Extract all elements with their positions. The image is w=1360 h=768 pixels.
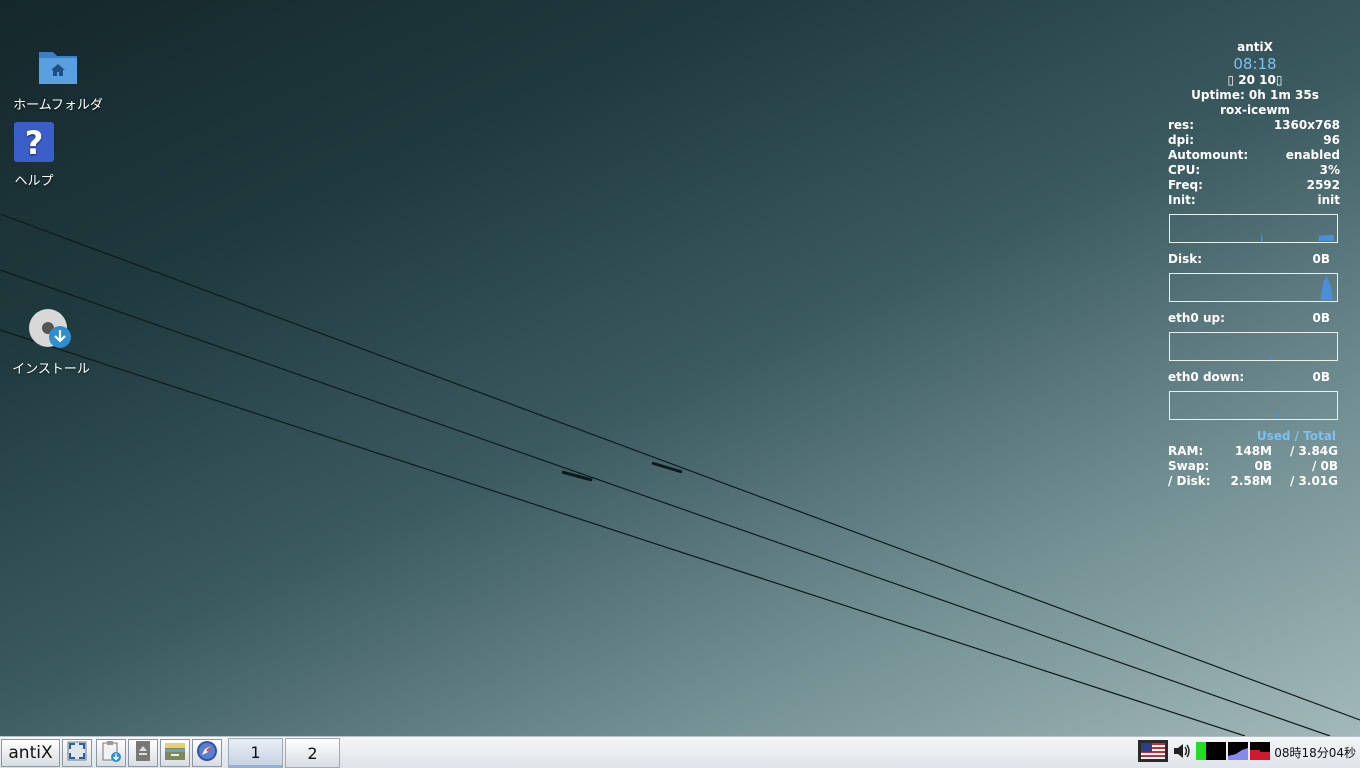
install-disc-icon xyxy=(28,308,74,354)
browser-compass-icon xyxy=(196,740,218,766)
keyboard-layout-button[interactable] xyxy=(1138,739,1169,766)
memory-label: / Disk: xyxy=(1168,474,1211,488)
stat-row-res: res: 1360x768 xyxy=(1168,118,1342,133)
network-meter-icon xyxy=(1228,740,1249,766)
stat-row-freq: Freq: 2592 xyxy=(1168,178,1342,193)
memory-header: Used / Total xyxy=(1256,429,1336,443)
eth-down-value: 0B xyxy=(1312,370,1331,384)
desktop-icon-help[interactable]: ? ヘルプ xyxy=(8,122,60,189)
file-manager-icon xyxy=(164,740,186,766)
quicklaunch-browser[interactable] xyxy=(192,739,222,767)
system-monitor: antiX 08:18 ▯ 20 10▯ Uptime: 0h 1m 35s r… xyxy=(1168,40,1342,489)
disk-label: Disk: xyxy=(1168,252,1202,266)
stat-row-init: Init: init xyxy=(1168,193,1342,208)
stat-value: init xyxy=(1317,193,1340,207)
stat-value: 1360x768 xyxy=(1273,118,1340,132)
eth-up-graph xyxy=(1169,332,1338,361)
stat-value: 2592 xyxy=(1306,178,1340,192)
stat-row-dpi: dpi: 96 xyxy=(1168,133,1342,148)
stat-row-cpu: CPU: 3% xyxy=(1168,163,1342,178)
monitor-clock: 08:18 xyxy=(1233,55,1277,73)
quicklaunch-fullscreen[interactable] xyxy=(62,739,92,767)
memory-used: 0B xyxy=(1254,459,1273,473)
memory-label: Swap: xyxy=(1168,459,1210,473)
monitor-date-value: 20 10 xyxy=(1238,73,1276,87)
workspace-2[interactable]: 2 xyxy=(285,738,340,768)
network-monitor-button[interactable] xyxy=(1228,740,1249,766)
distro-name: antiX xyxy=(1237,40,1273,54)
stat-label: res: xyxy=(1168,118,1194,132)
stat-label: Automount: xyxy=(1168,148,1249,162)
eth-down-row: eth0 down: 0B xyxy=(1168,370,1342,385)
memory-total: / 3.84G xyxy=(1289,444,1338,458)
stat-label: Freq: xyxy=(1168,178,1203,192)
stat-label: Init: xyxy=(1168,193,1196,207)
memory-used: 148M xyxy=(1235,444,1272,458)
monitor-date: ▯ 20 10▯ xyxy=(1227,73,1283,87)
stat-label: CPU: xyxy=(1168,163,1201,177)
quicklaunch-file-manager[interactable] xyxy=(160,739,190,767)
monitor-session: rox-icewm xyxy=(1220,103,1290,117)
install-clipboard-icon xyxy=(100,740,122,766)
eject-icon xyxy=(132,740,154,766)
memory-row-ram: RAM: 148M / 3.84G xyxy=(1168,444,1342,459)
desktop-icon-install[interactable]: インストール xyxy=(4,308,98,377)
stat-row-automount: Automount: enabled xyxy=(1168,148,1342,163)
disk-value: 0B xyxy=(1312,252,1331,266)
quicklaunch-installer[interactable] xyxy=(96,739,126,767)
home-folder-icon xyxy=(37,48,79,90)
eth-down-graph xyxy=(1169,391,1338,420)
memory-total: / 3.01G xyxy=(1289,474,1338,488)
volume-button[interactable] xyxy=(1172,741,1192,765)
cpu-meter-icon xyxy=(1196,740,1227,766)
memory-row-swap: Swap: 0B / 0B xyxy=(1168,459,1342,474)
help-icon: ? xyxy=(14,122,54,166)
fullscreen-icon xyxy=(66,740,88,766)
stat-value: 96 xyxy=(1323,133,1340,147)
stat-label: dpi: xyxy=(1168,133,1195,147)
stat-value: enabled xyxy=(1285,148,1340,162)
cpu-graph xyxy=(1169,214,1338,243)
start-menu-button[interactable]: antiX xyxy=(1,739,60,767)
memory-row-disk: / Disk: 2.58M / 3.01G xyxy=(1168,474,1342,489)
desktop-icon-label: ホームフォルダ xyxy=(13,98,103,113)
memory-total: / 0B xyxy=(1311,459,1338,473)
eth-up-value: 0B xyxy=(1312,311,1331,325)
volume-icon xyxy=(1172,741,1192,765)
memory-used: 2.58M xyxy=(1230,474,1272,488)
memory-monitor-button[interactable] xyxy=(1250,740,1271,766)
us-flag-icon xyxy=(1138,739,1169,766)
workspace-1[interactable]: 1 xyxy=(228,738,283,768)
disk-row: Disk: 0B xyxy=(1168,252,1342,267)
memory-label: RAM: xyxy=(1168,444,1204,458)
eth-down-label: eth0 down: xyxy=(1168,370,1245,384)
quicklaunch-eject[interactable] xyxy=(128,739,158,767)
disk-graph xyxy=(1169,273,1338,302)
eth-up-row: eth0 up: 0B xyxy=(1168,311,1342,326)
stat-value: 3% xyxy=(1319,163,1340,177)
system-tray: 08時18分04秒 xyxy=(1138,737,1360,768)
memory-meter-icon xyxy=(1250,740,1271,766)
taskbar-clock[interactable]: 08時18分04秒 xyxy=(1274,744,1356,761)
cpu-monitor-button[interactable] xyxy=(1196,740,1227,766)
monitor-uptime: Uptime: 0h 1m 35s xyxy=(1191,88,1319,102)
desktop-icon-label: ヘルプ xyxy=(14,174,54,189)
taskbar: antiX 1 2 08時18分04秒 xyxy=(0,736,1360,768)
svg-text:?: ? xyxy=(25,124,44,162)
desktop: ホームフォルダ ? ヘルプ インストール antiX 08:18 ▯ 20 10… xyxy=(0,0,1360,736)
desktop-wallpaper-wires xyxy=(0,213,1360,736)
desktop-icon-home-folder[interactable]: ホームフォルダ xyxy=(8,48,108,113)
eth-up-label: eth0 up: xyxy=(1168,311,1225,325)
desktop-icon-label: インストール xyxy=(12,362,90,377)
